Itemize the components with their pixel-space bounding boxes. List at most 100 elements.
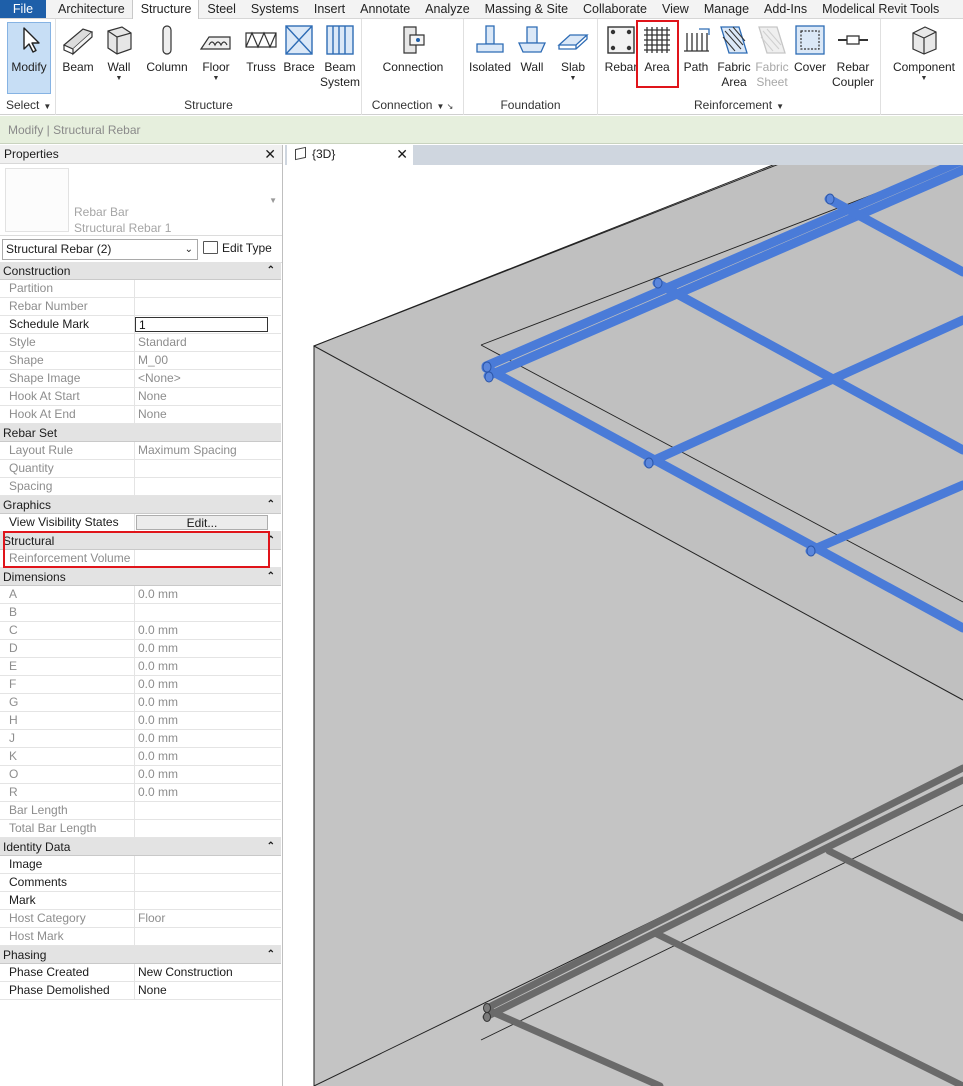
properties-title: Properties: [4, 147, 59, 161]
instance-filter-dropdown[interactable]: Structural Rebar (2) ⌄: [2, 239, 198, 260]
beam-system-button[interactable]: Beam System: [320, 23, 360, 90]
prop-phase-created[interactable]: Phase Created New Construction: [0, 964, 281, 982]
tab-add-ins[interactable]: Add-Ins: [756, 0, 814, 18]
floor-button[interactable]: Floor ▼: [197, 23, 235, 83]
connection-panel: Connection Connection ▼ ↘: [362, 19, 464, 115]
group-graphics[interactable]: Graphics ⌃: [0, 496, 281, 514]
rebar-end-cap: [483, 1012, 491, 1022]
tab-manage[interactable]: Manage: [696, 0, 756, 18]
fabric-area-button[interactable]: Fabric Area: [715, 23, 753, 90]
truss-button[interactable]: Truss: [242, 23, 280, 75]
tab-structure[interactable]: Structure: [131, 0, 200, 20]
properties-palette: Properties ✕ Rebar Bar Structural Rebar …: [0, 145, 283, 1086]
structure-panel: Beam Wall ▼ Column Floor ▼ Truss Brace B…: [56, 19, 362, 115]
foundation-slab-icon: [557, 34, 589, 50]
tab-architecture[interactable]: Architecture: [50, 0, 132, 18]
prop-shape: Shape M_00: [0, 352, 281, 370]
floor-dropdown-arrow[interactable]: ▼: [197, 75, 235, 83]
type-selector[interactable]: Rebar Bar Structural Rebar 1 ▼: [0, 164, 282, 236]
cover-label: Cover: [793, 60, 826, 74]
slab-foundation-button[interactable]: Slab ▼: [554, 23, 592, 83]
floor-label: Floor: [202, 60, 230, 74]
prop-quantity: Quantity: [0, 460, 281, 478]
group-rebar-set[interactable]: Rebar Set: [0, 424, 281, 442]
collapse-icon[interactable]: ⌃: [267, 946, 275, 964]
component-dropdown-arrow[interactable]: ▼: [891, 75, 957, 83]
connection-button[interactable]: Connection: [380, 23, 446, 75]
cover-button[interactable]: Cover: [791, 23, 829, 75]
fabric-area-label-1: Fabric: [717, 60, 751, 74]
chevron-down-icon[interactable]: ▼: [269, 196, 277, 205]
truss-icon: [245, 31, 277, 49]
prop-image[interactable]: Image: [0, 856, 281, 874]
instance-filter-value: Structural Rebar (2): [6, 242, 112, 256]
path-reinforcement-button[interactable]: Path: [678, 23, 714, 75]
wall-foundation-button[interactable]: Wall: [514, 23, 550, 75]
modify-button[interactable]: Modify: [7, 22, 51, 94]
prop-mark[interactable]: Mark: [0, 892, 281, 910]
tab-file[interactable]: File: [0, 0, 46, 18]
tab-steel[interactable]: Steel: [199, 0, 243, 18]
prop-view-visibility-states: View Visibility States Edit...: [0, 514, 281, 532]
collapse-icon[interactable]: ⌃: [267, 262, 275, 280]
view-tab-3d[interactable]: {3D} ✕: [287, 145, 413, 165]
tab-collaborate[interactable]: Collaborate: [575, 0, 654, 18]
isolated-label: Isolated: [468, 60, 512, 74]
close-icon[interactable]: ✕: [264, 145, 276, 164]
wall-button[interactable]: Wall ▼: [100, 23, 138, 83]
group-identity-data[interactable]: Identity Data ⌃: [0, 838, 281, 856]
wall-dropdown-arrow[interactable]: ▼: [100, 75, 138, 83]
rebar-coupler-button[interactable]: Rebar Coupler: [830, 23, 876, 90]
prop-phase-demolished[interactable]: Phase Demolished None: [0, 982, 281, 1000]
collapse-icon[interactable]: ⌃: [267, 838, 275, 856]
rebar-button[interactable]: Rebar: [601, 23, 641, 75]
prop-spacing: Spacing: [0, 478, 281, 496]
isolated-foundation-button[interactable]: Isolated: [466, 23, 514, 75]
modify-label: Modify: [11, 60, 47, 74]
rebar-end-cap: [484, 371, 494, 383]
prop-dim-f: F 0.0 mm: [0, 676, 281, 694]
tab-view[interactable]: View: [654, 0, 696, 18]
cursor-arrow-icon: [23, 27, 40, 53]
chevron-down-icon: ⌄: [184, 244, 193, 255]
select-panel-title[interactable]: Select ▼: [0, 98, 55, 112]
fabric-sheet-button[interactable]: Fabric Sheet: [753, 23, 791, 90]
collapse-icon[interactable]: ⌃: [267, 496, 275, 514]
close-icon[interactable]: ✕: [396, 145, 408, 164]
tab-systems[interactable]: Systems: [243, 0, 306, 18]
schedule-mark-input[interactable]: 1: [135, 317, 268, 332]
brace-button[interactable]: Brace: [282, 23, 316, 75]
group-phasing[interactable]: Phasing ⌃: [0, 946, 281, 964]
structural-floor-icon: [199, 36, 231, 50]
tab-insert[interactable]: Insert: [306, 0, 352, 18]
path-reinforcement-icon: [684, 28, 710, 52]
column-button[interactable]: Column: [145, 23, 189, 75]
tab-analyze[interactable]: Analyze: [417, 0, 476, 18]
tab-modelical-revit-tools[interactable]: Modelical Revit Tools: [814, 0, 946, 18]
rebar-icon: [607, 26, 635, 54]
fabric-sheet-label-2: Sheet: [756, 75, 788, 89]
group-dimensions[interactable]: Dimensions ⌃: [0, 568, 281, 586]
collapse-icon[interactable]: ⌃: [267, 568, 275, 586]
beam-icon: [62, 28, 94, 56]
tab-annotate[interactable]: Annotate: [352, 0, 417, 18]
3d-view-canvas[interactable]: [285, 165, 963, 1086]
prop-partition: Partition: [0, 280, 281, 298]
prop-dim-c: C 0.0 mm: [0, 622, 281, 640]
edit-type-button[interactable]: Edit Type: [203, 239, 272, 260]
type-thumbnail: [5, 168, 69, 232]
reinforcement-panel-title[interactable]: Reinforcement ▼: [598, 98, 880, 112]
fabric-area-icon: [720, 26, 748, 54]
beam-button[interactable]: Beam: [59, 23, 97, 75]
model-drawing[interactable]: [285, 165, 963, 1086]
group-construction[interactable]: Construction ⌃: [0, 262, 281, 280]
rebar-coupler-icon: [838, 35, 868, 45]
rebar-coupler-label-2: Coupler: [831, 75, 875, 89]
prop-comments[interactable]: Comments: [0, 874, 281, 892]
tab-massing-site[interactable]: Massing & Site: [477, 0, 575, 18]
edit-visibility-button[interactable]: Edit...: [136, 515, 268, 530]
ribbon: Modify Select ▼ Beam Wall ▼ Column Floor …: [0, 19, 963, 115]
slab-dropdown-arrow[interactable]: ▼: [554, 75, 592, 83]
component-button[interactable]: Component ▼: [891, 23, 957, 83]
connection-panel-title[interactable]: Connection ▼ ↘: [362, 98, 463, 112]
